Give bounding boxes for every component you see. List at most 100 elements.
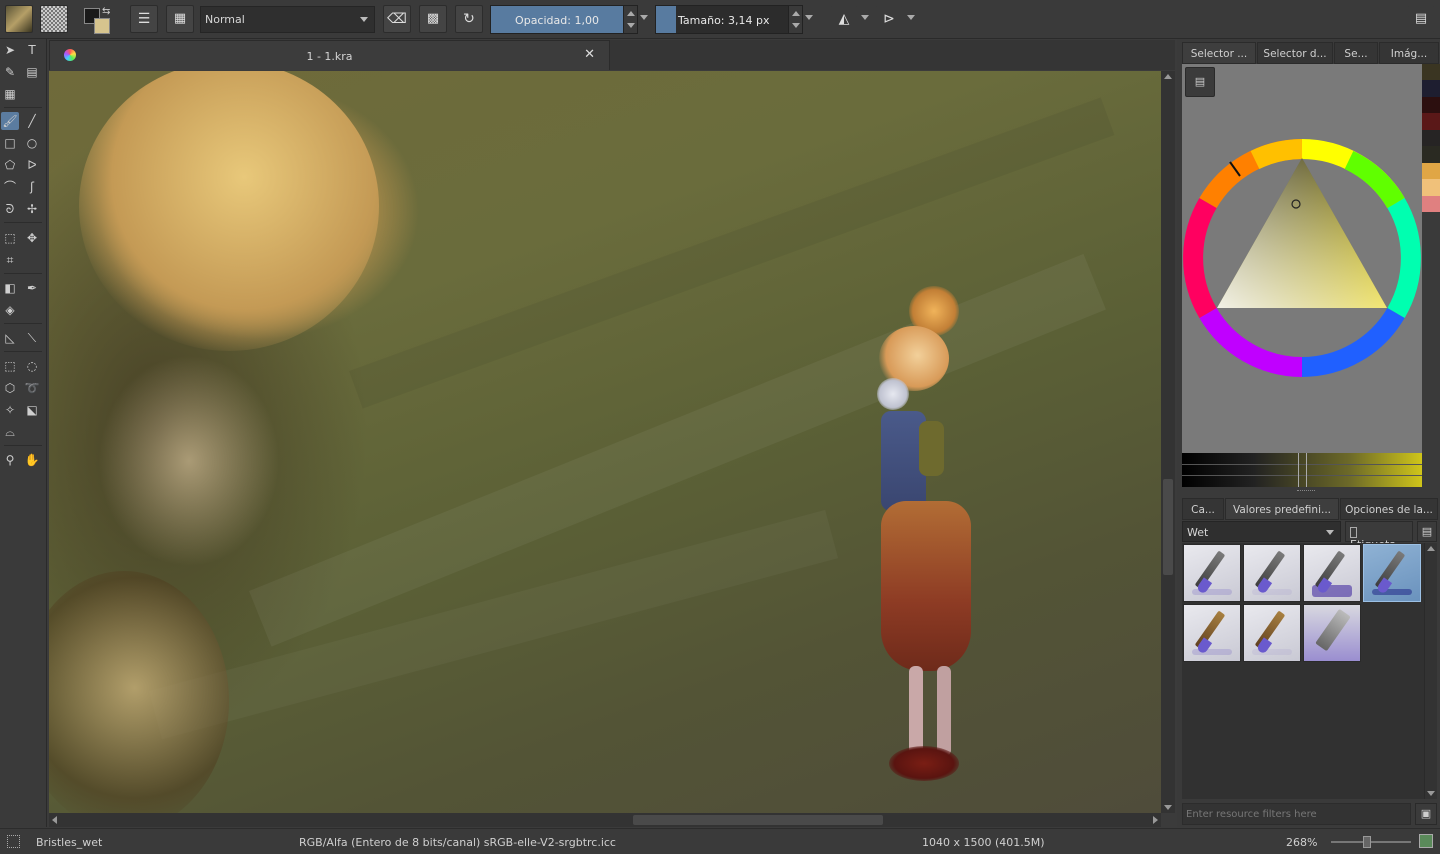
color-history-strip[interactable]: [1422, 64, 1440, 212]
gradient-selector-button[interactable]: [5, 5, 33, 33]
mirror-vertical-dropdown-icon[interactable]: [907, 15, 915, 20]
size-spinner[interactable]: [788, 6, 802, 33]
similar-selection-tool-icon[interactable]: ⬕: [23, 401, 41, 419]
brush-presets-button[interactable]: ▦: [166, 5, 194, 33]
color-history-swatch[interactable]: [1422, 64, 1440, 81]
zoom-tool-icon[interactable]: ⚲: [1, 451, 19, 469]
workspace-menu-button[interactable]: ▤: [1407, 5, 1435, 33]
color-history-swatch[interactable]: [1422, 162, 1440, 180]
opacity-dropdown-icon[interactable]: [640, 15, 648, 20]
scroll-right-icon[interactable]: [1153, 816, 1158, 824]
scroll-up-icon[interactable]: [1164, 74, 1172, 79]
canvas-horizontal-scrollbar[interactable]: [49, 813, 1161, 827]
brush-preset[interactable]: [1303, 604, 1361, 662]
polyline-tool-icon[interactable]: ᐅ: [23, 156, 41, 174]
mirror-horizontal-button[interactable]: ◭: [830, 5, 858, 33]
selection-indicator-icon[interactable]: [7, 835, 20, 848]
color-history-swatch[interactable]: [1422, 179, 1440, 196]
size-dropdown-icon[interactable]: [805, 15, 813, 20]
color-picker-tool-icon[interactable]: ✒: [23, 279, 41, 297]
contiguous-selection-tool-icon[interactable]: ✧: [1, 401, 19, 419]
background-color-swatch[interactable]: [94, 18, 110, 34]
size-slider[interactable]: Tamaño: 3,14 px: [655, 5, 803, 34]
dynamic-brush-tool-icon[interactable]: ᘐ: [1, 200, 19, 218]
mirror-vertical-button[interactable]: ⊳: [875, 5, 903, 33]
pattern-edit-tool-icon[interactable]: ▦: [1, 85, 19, 103]
select-shapes-tool-icon[interactable]: ➤: [1, 41, 19, 59]
dock-tab[interactable]: Selector ...: [1182, 42, 1256, 64]
preset-group-select[interactable]: Wet: [1182, 521, 1341, 542]
bezier-selection-tool-icon[interactable]: ⌓: [1, 423, 19, 441]
scroll-down-icon[interactable]: [1427, 791, 1435, 796]
text-tool-icon[interactable]: T: [23, 41, 41, 59]
pan-tool-icon[interactable]: ✋: [23, 451, 41, 469]
brush-preset[interactable]: [1303, 544, 1361, 602]
brush-preset[interactable]: [1183, 544, 1241, 602]
rectangular-selection-tool-icon[interactable]: ⬚: [1, 357, 19, 375]
wrap-around-mode-icon[interactable]: [1419, 834, 1433, 848]
dock-tab[interactable]: Valores predefini...: [1225, 498, 1339, 520]
transform-tool-icon[interactable]: ⬚: [1, 229, 19, 247]
painting-canvas[interactable]: [49, 71, 1161, 813]
close-tab-icon[interactable]: ✕: [584, 47, 595, 62]
color-history-swatch[interactable]: [1422, 96, 1440, 114]
bezier-tool-icon[interactable]: ⌒: [1, 178, 19, 196]
color-history-swatch[interactable]: [1422, 129, 1440, 147]
assistant-tool-icon[interactable]: ⟍: [23, 329, 41, 347]
move-tool-icon[interactable]: ✥: [23, 229, 41, 247]
fill-tool-icon[interactable]: ◈: [1, 301, 19, 319]
edit-shapes-tool-icon[interactable]: ✎: [1, 63, 19, 81]
calligraphy-tool-icon[interactable]: ▤: [23, 63, 41, 81]
opacity-spinner[interactable]: [623, 6, 637, 33]
pattern-selector-button[interactable]: [40, 5, 68, 33]
reload-preset-button[interactable]: ↻: [455, 5, 483, 33]
preset-view-menu-icon[interactable]: ▤: [1417, 521, 1437, 542]
preset-grid-scrollbar[interactable]: [1424, 543, 1437, 799]
dock-tab[interactable]: Imág...: [1379, 42, 1439, 64]
document-tab[interactable]: 1 - 1.kra ✕: [49, 40, 610, 70]
resource-filter-input[interactable]: Enter resource filters here: [1182, 803, 1411, 825]
advanced-color-selector[interactable]: ▤: [1182, 64, 1422, 454]
opacity-slider[interactable]: Opacidad: 1,00: [490, 5, 638, 34]
crop-tool-icon[interactable]: ⌗: [1, 251, 19, 269]
brush-preset[interactable]: [1243, 604, 1301, 662]
minimal-shade-selector[interactable]: [1182, 453, 1422, 487]
scroll-left-icon[interactable]: [52, 816, 57, 824]
dock-tab[interactable]: Se...: [1334, 42, 1378, 64]
ellipse-tool-icon[interactable]: ○: [23, 134, 41, 152]
brush-preset-selected[interactable]: [1363, 544, 1421, 602]
scrollbar-thumb[interactable]: [633, 815, 883, 825]
color-history-swatch[interactable]: [1422, 80, 1440, 97]
freehand-brush-tool-icon[interactable]: 🖌: [1, 112, 19, 130]
elliptical-selection-tool-icon[interactable]: ◌: [23, 357, 41, 375]
rectangle-tool-icon[interactable]: □: [1, 134, 19, 152]
color-history-swatch[interactable]: [1422, 195, 1440, 212]
mirror-horizontal-dropdown-icon[interactable]: [861, 15, 869, 20]
measure-tool-icon[interactable]: ◺: [1, 329, 19, 347]
edit-brush-settings-button[interactable]: ☰: [130, 5, 158, 33]
preserve-alpha-button[interactable]: ▩: [419, 5, 447, 33]
fg-bg-color-selector[interactable]: ⇆: [84, 6, 114, 34]
scrollbar-thumb[interactable]: [1163, 479, 1173, 575]
multibrush-tool-icon[interactable]: ✢: [23, 200, 41, 218]
scroll-up-icon[interactable]: [1427, 546, 1435, 551]
zoom-slider[interactable]: [1331, 836, 1411, 848]
color-history-swatch[interactable]: [1422, 113, 1440, 130]
brush-preset[interactable]: [1243, 544, 1301, 602]
canvas-vertical-scrollbar[interactable]: [1161, 71, 1175, 813]
tag-button[interactable]: Etiqueta: [1345, 521, 1413, 551]
save-filter-icon[interactable]: ▣: [1415, 803, 1437, 825]
freehand-path-tool-icon[interactable]: ʃ: [23, 178, 41, 196]
color-wheel[interactable]: [1182, 64, 1422, 454]
dock-tab[interactable]: Selector d...: [1257, 42, 1333, 64]
dock-tab[interactable]: Ca...: [1182, 498, 1224, 520]
gradient-tool-icon[interactable]: ◧: [1, 279, 19, 297]
line-tool-icon[interactable]: ╱: [23, 112, 41, 130]
scroll-down-icon[interactable]: [1164, 805, 1172, 810]
dock-tab[interactable]: Opciones de la...: [1340, 498, 1438, 520]
eraser-mode-button[interactable]: ⌫: [383, 5, 411, 33]
color-history-swatch[interactable]: [1422, 146, 1440, 163]
brush-preset[interactable]: [1183, 604, 1241, 662]
panel-resize-grip[interactable]: [1297, 490, 1315, 492]
polygon-tool-icon[interactable]: ⬠: [1, 156, 19, 174]
